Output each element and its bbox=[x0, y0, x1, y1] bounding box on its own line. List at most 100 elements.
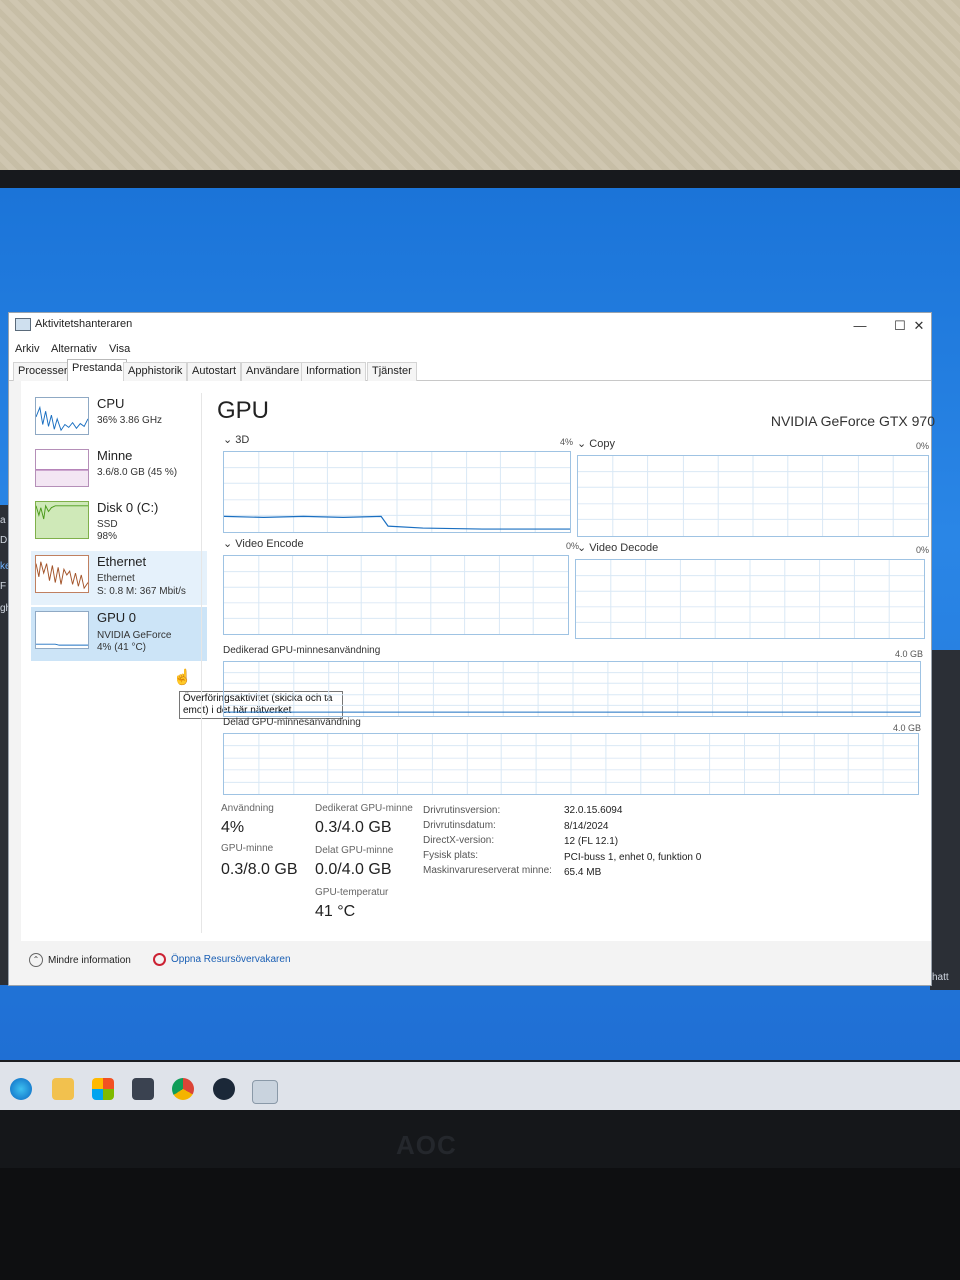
tab-tjanster[interactable]: Tjänster bbox=[367, 362, 417, 381]
menu-alternativ[interactable]: Alternativ bbox=[51, 343, 97, 355]
sidebar-sublabel: 4% (41 °C) bbox=[97, 642, 147, 653]
info-value: 12 (FL 12.1) bbox=[564, 836, 619, 847]
info-value: 8/14/2024 bbox=[564, 821, 609, 832]
cpu-thumbnail-graph bbox=[35, 397, 89, 435]
sidebar-label: GPU 0 bbox=[97, 610, 137, 625]
sidebar-sublabel: 98% bbox=[97, 531, 118, 542]
edge-icon[interactable] bbox=[10, 1078, 32, 1100]
stat-temperature-label: GPU-temperatur bbox=[315, 887, 389, 898]
tab-prestanda[interactable]: Prestanda bbox=[67, 359, 128, 382]
info-key: Drivrutinsversion: bbox=[423, 805, 501, 816]
graph-copy bbox=[577, 455, 929, 537]
sidebar-sublabel: 3.6/8.0 GB (45 %) bbox=[97, 467, 178, 478]
dedicated-memory-max: 4.0 GB bbox=[894, 649, 923, 659]
stat-gpu-memory-label: GPU-minne bbox=[221, 843, 274, 854]
tab-bar: Processer Prestanda Apphistorik Autostar… bbox=[9, 359, 931, 382]
sidebar-item-memory[interactable]: Minne 3.6/8.0 GB (45 %) bbox=[31, 445, 207, 499]
tab-processer[interactable]: Processer bbox=[13, 362, 73, 381]
chevron-up-icon: ⌃ bbox=[29, 953, 43, 967]
engine-video-encode-pct: 0% bbox=[565, 541, 579, 551]
sidebar-label: Minne bbox=[97, 448, 133, 463]
resource-monitor-icon bbox=[153, 953, 166, 966]
page-title: GPU bbox=[217, 397, 270, 424]
engine-label-text: Video Encode bbox=[235, 538, 304, 550]
fragment-text: hatt bbox=[932, 972, 949, 983]
store-icon[interactable] bbox=[92, 1078, 114, 1100]
fragment-text: F bbox=[0, 581, 7, 592]
sidebar-sublabel: 36% 3.86 GHz bbox=[97, 415, 163, 426]
stat-temperature-value: 41 °C bbox=[315, 903, 356, 920]
ethernet-thumbnail-graph bbox=[35, 555, 89, 593]
sidebar-sublabel: Ethernet bbox=[97, 573, 135, 584]
info-value: 32.0.15.6094 bbox=[564, 805, 623, 816]
sidebar-label: CPU bbox=[97, 396, 125, 411]
steam-icon[interactable] bbox=[213, 1078, 235, 1100]
sidebar-item-disk[interactable]: Disk 0 (C:) SSD 98% bbox=[31, 497, 207, 551]
info-key: Maskinvarureserverat minne: bbox=[423, 865, 552, 876]
engine-video-decode-label[interactable]: ⌄ Video Decode bbox=[577, 541, 658, 554]
sidebar-item-cpu[interactable]: CPU 36% 3.86 GHz bbox=[31, 393, 207, 447]
sidebar-item-gpu[interactable]: GPU 0 NVIDIA GeForce 4% (41 °C) bbox=[31, 607, 207, 661]
chrome-icon[interactable] bbox=[172, 1078, 194, 1100]
hand-cursor-icon: ☝ bbox=[173, 669, 192, 686]
keyboard bbox=[0, 1168, 960, 1280]
menu-visa[interactable]: Visa bbox=[109, 343, 130, 355]
wall-background bbox=[0, 0, 960, 178]
background-window-right: hatt bbox=[930, 650, 960, 990]
performance-panel: CPU 36% 3.86 GHz Minne 3.6/8.0 GB (45 %)… bbox=[21, 381, 935, 941]
sidebar-label: Ethernet bbox=[97, 554, 147, 569]
graph-video-decode bbox=[575, 559, 925, 639]
tab-information[interactable]: Information bbox=[301, 362, 367, 381]
monitor-logo: AOC bbox=[396, 1130, 457, 1160]
tab-autostart[interactable]: Autostart bbox=[187, 362, 242, 381]
engine-label-text: Copy bbox=[589, 438, 615, 450]
info-key: Fysisk plats: bbox=[423, 850, 479, 861]
tab-apphistorik[interactable]: Apphistorik bbox=[123, 362, 188, 381]
title-bar: Aktivitetshanteraren — ☐ ✕ bbox=[9, 313, 931, 341]
tab-anvandare[interactable]: Användare bbox=[241, 362, 305, 381]
fragment-text: a bbox=[0, 515, 6, 526]
stat-dedicated-value: 0.3/4.0 GB bbox=[315, 819, 392, 836]
info-value: 65.4 MB bbox=[564, 867, 602, 878]
monitor-bezel-top bbox=[0, 170, 960, 190]
graph-video-encode bbox=[223, 555, 569, 635]
close-button[interactable]: ✕ bbox=[909, 318, 929, 334]
stat-usage-value: 4% bbox=[221, 819, 245, 836]
mail-icon[interactable] bbox=[132, 1078, 154, 1100]
engine-label-text: Video Decode bbox=[589, 542, 659, 554]
sidebar-item-ethernet[interactable]: Ethernet Ethernet S: 0.8 M: 367 Mbit/s bbox=[31, 551, 207, 605]
engine-3d-label[interactable]: ⌄ 3D bbox=[223, 433, 249, 446]
engine-video-encode-label[interactable]: ⌄ Video Encode bbox=[223, 537, 304, 550]
engine-copy-pct: 0% bbox=[915, 441, 929, 451]
info-value: PCI-buss 1, enhet 0, funktion 0 bbox=[564, 852, 702, 863]
fewer-details-button[interactable]: ⌃ Mindre information bbox=[29, 953, 131, 967]
engine-copy-label[interactable]: ⌄ Copy bbox=[577, 437, 615, 450]
footer-bar: ⌃ Mindre information Öppna Resursövervak… bbox=[9, 941, 931, 985]
memory-thumbnail-graph bbox=[35, 449, 89, 487]
sidebar-sublabel: NVIDIA GeForce bbox=[97, 630, 172, 641]
engine-label-text: 3D bbox=[235, 434, 250, 446]
task-manager-taskbar-icon[interactable] bbox=[252, 1080, 278, 1104]
monitor-bezel-bottom bbox=[0, 1110, 960, 1170]
sidebar-divider bbox=[201, 393, 202, 933]
stat-usage-label: Användning bbox=[221, 803, 274, 814]
open-resource-monitor-link[interactable]: Öppna Resursövervakaren bbox=[153, 953, 291, 966]
minimize-button[interactable]: — bbox=[845, 318, 875, 333]
stat-shared-label: Delat GPU-minne bbox=[315, 845, 394, 856]
shared-memory-label: Delad GPU-minnesanvändning bbox=[223, 717, 361, 728]
file-explorer-icon[interactable] bbox=[52, 1078, 74, 1100]
sidebar-sublabel: SSD bbox=[97, 519, 118, 530]
menu-bar: Arkiv Alternativ Visa bbox=[9, 340, 931, 360]
window-title: Aktivitetshanteraren bbox=[35, 318, 133, 330]
stat-gpu-memory-value: 0.3/8.0 GB bbox=[221, 861, 298, 878]
dedicated-memory-label: Dedikerad GPU-minnesanvändning bbox=[223, 645, 381, 656]
gpu-thumbnail-graph bbox=[35, 611, 89, 649]
graph-dedicated-memory bbox=[223, 661, 921, 717]
menu-arkiv[interactable]: Arkiv bbox=[15, 343, 39, 355]
task-manager-icon bbox=[15, 318, 31, 331]
gpu-model-name: NVIDIA GeForce GTX 970 bbox=[770, 413, 935, 429]
disk-thumbnail-graph bbox=[35, 501, 89, 539]
stat-shared-value: 0.0/4.0 GB bbox=[315, 861, 392, 878]
sidebar-label: Disk 0 (C:) bbox=[97, 500, 159, 515]
info-key: DirectX-version: bbox=[423, 835, 495, 846]
